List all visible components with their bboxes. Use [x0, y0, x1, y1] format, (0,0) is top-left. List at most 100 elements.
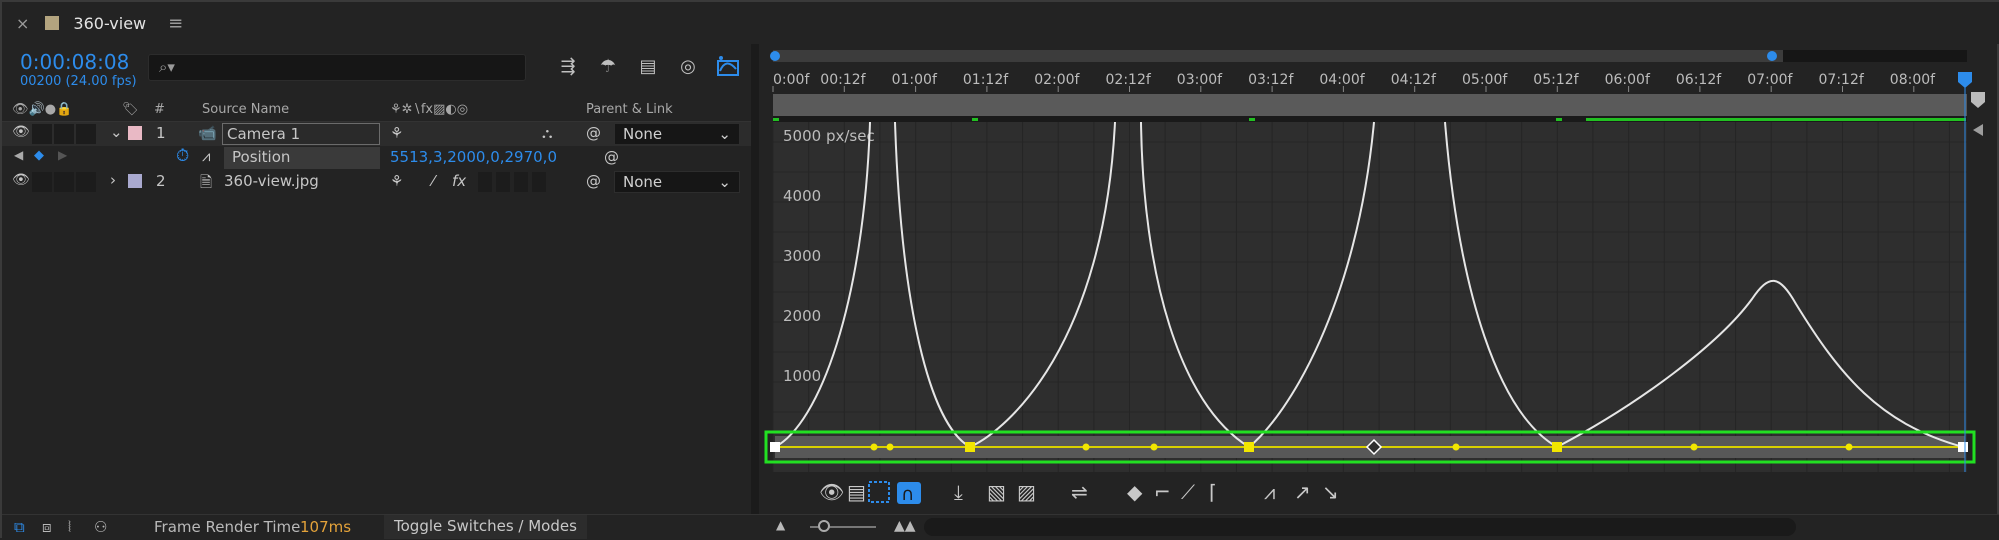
comp-tab-title[interactable]: 360-view — [73, 14, 146, 33]
bezier-handle[interactable] — [1690, 443, 1698, 451]
layer-row[interactable]: 👁 › 2 🗎 360-view.jpg ⚘ ⁄ fx @ None ⌄ — [2, 170, 752, 194]
current-time-display[interactable]: 0:00:08:08 — [20, 50, 129, 74]
nav-end-handle[interactable] — [1767, 51, 1777, 61]
auto-bezier-icon[interactable]: ⌈ — [1209, 480, 1217, 504]
bezier-handle[interactable] — [1452, 443, 1460, 451]
zoom-in-icon[interactable]: ▲▲ — [894, 518, 916, 534]
graph-editor-icon[interactable] — [708, 54, 748, 80]
comp-flowchart-icon[interactable]: ⇶ — [548, 54, 588, 80]
layer-switches-icon[interactable]: ⧈ — [42, 518, 52, 536]
easy-ease-icon[interactable]: ⩘ — [1264, 480, 1275, 504]
ruler-tick-label: 01:00f — [892, 72, 938, 88]
solo-toggle[interactable] — [54, 172, 74, 192]
parent-select[interactable]: None ⌄ — [614, 123, 740, 145]
lock-toggle[interactable] — [76, 124, 96, 144]
expression-pickwhip-icon[interactable]: @ — [604, 148, 619, 166]
transform-box-icon[interactable] — [868, 481, 890, 503]
keyframe-square[interactable] — [1552, 442, 1562, 452]
linear-keyframe-icon[interactable]: ⟋ — [1181, 480, 1195, 504]
shy-switch-icon[interactable]: ⚘ — [390, 172, 403, 190]
eye-icon[interactable]: 👁 — [819, 480, 844, 504]
3d-layer-icon[interactable]: ⛬ — [542, 124, 553, 142]
snap-marker-icon[interactable] — [1973, 124, 1983, 136]
visibility-eye-icon[interactable]: 👁 — [12, 124, 30, 140]
keyframe-square-end[interactable] — [1958, 442, 1968, 452]
in-out-icon[interactable]: ⦚ — [68, 518, 71, 536]
motion-blur-icon[interactable]: ◎ — [668, 54, 708, 80]
source-name-header[interactable]: Source Name — [202, 102, 289, 117]
motion-blur-switch[interactable] — [496, 172, 510, 192]
hold-keyframe-icon[interactable]: ⌐ — [1154, 480, 1171, 504]
audio-toggle[interactable] — [32, 172, 52, 192]
bezier-handle[interactable] — [870, 443, 878, 451]
prev-keyframe-icon[interactable]: ◀ — [14, 148, 23, 162]
effects-switch-icon[interactable]: fx — [452, 172, 466, 190]
visibility-eye-icon[interactable]: 👁 — [12, 172, 30, 188]
nav-start-handle[interactable] — [770, 51, 780, 61]
keyframe-square[interactable] — [965, 442, 975, 452]
panel-divider[interactable] — [751, 44, 759, 514]
layer-name[interactable]: Camera 1 — [222, 123, 380, 145]
stopwatch-icon[interactable]: ⏱ — [176, 146, 189, 166]
close-tab-icon[interactable]: × — [16, 14, 29, 33]
fit-selection-icon[interactable]: ⤓ — [954, 480, 963, 504]
keyframe-square[interactable] — [1244, 442, 1254, 452]
ruler-tick-label: 03:00f — [1177, 72, 1223, 88]
frame-blend-switch[interactable] — [478, 172, 492, 192]
parent-link-header[interactable]: Parent & Link — [586, 102, 673, 117]
fit-all-icon[interactable]: ▧ — [987, 480, 1006, 504]
work-area-bar[interactable] — [773, 94, 1967, 116]
graph-type-icon[interactable]: ▤ — [847, 480, 866, 504]
bezier-handle[interactable] — [886, 443, 894, 451]
quality-switch-icon[interactable]: ⁄ — [432, 172, 435, 190]
separate-dimensions-icon[interactable]: ⇌ — [1071, 480, 1088, 504]
ruler-tick-label: 08:00f — [1890, 72, 1936, 88]
bezier-handle[interactable] — [1082, 443, 1090, 451]
work-area-end-icon[interactable] — [1971, 92, 1985, 102]
frame-blending-icon[interactable]: ▤ — [628, 54, 668, 80]
draft-3d-icon[interactable]: ☂ — [588, 54, 628, 80]
layer-row[interactable]: 👁 ⌄ 1 📹 Camera 1 ⚘ ⛬ @ None ⌄ — [2, 122, 752, 146]
zoom-out-icon[interactable]: ▲ — [776, 518, 785, 532]
graph-toggle-icon[interactable]: ⩘ — [202, 147, 210, 165]
label-header-icon[interactable]: 🏷 — [122, 102, 139, 117]
fit-graphs-icon[interactable]: ▨ — [1017, 480, 1036, 504]
layer-label-color[interactable] — [128, 126, 142, 140]
render-toggle-icon[interactable]: ⧉ — [14, 518, 25, 536]
toggle-switches-modes-button[interactable]: Toggle Switches / Modes — [384, 515, 587, 539]
panel-menu-icon[interactable]: ≡ — [168, 13, 183, 34]
pickwhip-icon[interactable]: @ — [586, 124, 601, 142]
property-name[interactable]: Position — [224, 147, 380, 169]
layer-label-color[interactable] — [128, 174, 142, 188]
lock-toggle[interactable] — [76, 172, 96, 192]
shy-switch-icon[interactable]: ⚘ — [390, 124, 403, 142]
keyframe-square-start[interactable] — [770, 442, 780, 452]
3d-switch[interactable] — [532, 172, 546, 192]
chevron-right-icon[interactable]: › — [110, 171, 116, 189]
layer-search-input[interactable]: ⌕▾ — [148, 54, 526, 81]
layer-name[interactable]: 360-view.jpg — [224, 172, 319, 190]
bezier-handle[interactable] — [1845, 443, 1853, 451]
adjustment-switch[interactable] — [514, 172, 528, 192]
switches-header[interactable]: ⚘✲∖fx▨◐◎ — [390, 102, 468, 117]
stretch-icon[interactable]: ⚇ — [94, 518, 107, 536]
pickwhip-icon[interactable]: @ — [586, 172, 601, 190]
keyframe-diamond-icon[interactable]: ◆ — [34, 148, 44, 163]
edit-keyframe-icon[interactable]: ◆ — [1127, 480, 1143, 504]
property-row[interactable]: ◀ ◆ ▶ ⏱ ⩘ Position 5513,3,2000,0,2970,0 … — [2, 146, 752, 170]
graph-editor-svg[interactable]: 0:00f 00:12f 01:00f 01:12f 02:00f 02:12f 03:00… — [759, 44, 1999, 514]
parent-select[interactable]: None ⌄ — [614, 171, 740, 193]
property-value[interactable]: 5513,3,2000,0,2970,0 — [390, 148, 557, 166]
zoom-slider-thumb[interactable] — [818, 520, 830, 532]
easy-ease-in-icon[interactable]: ↗ — [1294, 480, 1311, 504]
work-area-navigator[interactable] — [773, 50, 1783, 62]
ruler-tick-label: 01:12f — [963, 72, 1009, 88]
audio-toggle[interactable] — [32, 124, 52, 144]
next-keyframe-icon[interactable]: ▶ — [58, 148, 67, 162]
solo-toggle[interactable] — [54, 124, 74, 144]
horizontal-scrollbar[interactable] — [924, 518, 1796, 536]
chevron-down-icon[interactable]: ⌄ — [110, 123, 123, 141]
easy-ease-out-icon[interactable]: ↘ — [1322, 480, 1339, 504]
bezier-handle[interactable] — [1150, 443, 1158, 451]
av-switches-header[interactable]: 👁🔊●🔒 — [12, 102, 72, 117]
